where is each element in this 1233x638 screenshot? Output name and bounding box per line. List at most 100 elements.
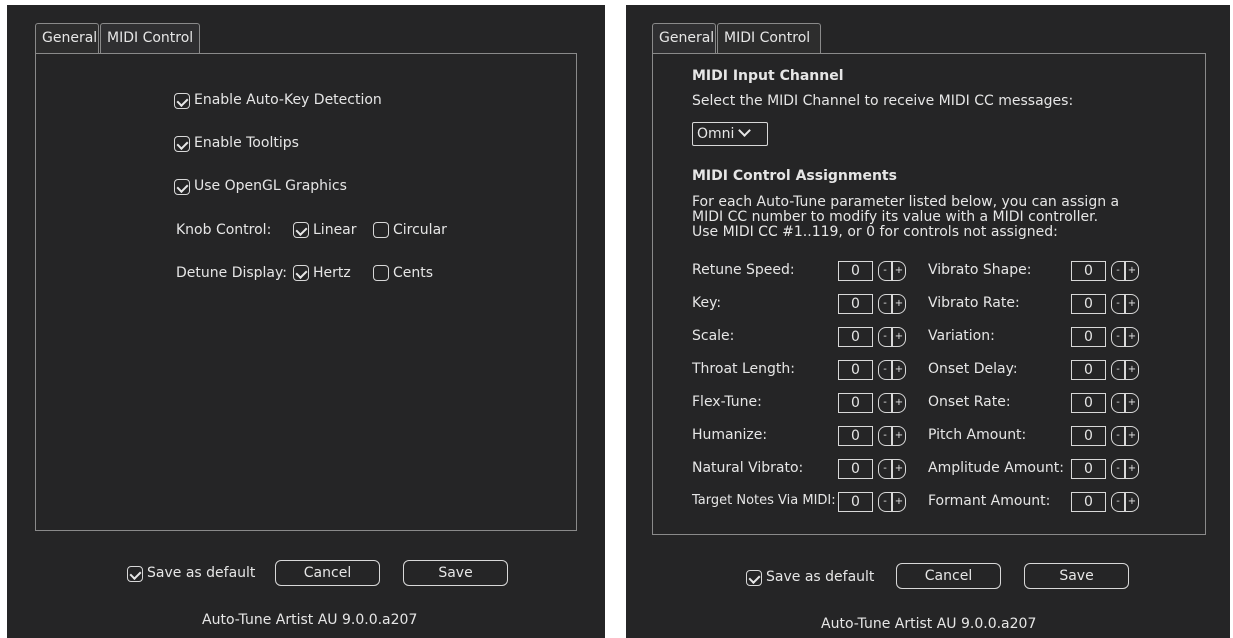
version-text: Auto-Tune Artist AU 9.0.0.a207: [821, 616, 1037, 632]
tab-general[interactable]: General: [652, 23, 716, 53]
decrement-button[interactable]: -: [1111, 459, 1125, 479]
increment-button[interactable]: +: [1125, 459, 1139, 479]
tooltips-label: Enable Tooltips: [194, 135, 299, 151]
param-cc-input[interactable]: 0: [1071, 327, 1106, 347]
detune-hertz-checkbox[interactable]: [293, 265, 309, 281]
decrement-button[interactable]: -: [878, 492, 892, 512]
param-label: Variation:: [928, 328, 995, 344]
knob-circular-checkbox[interactable]: [373, 222, 389, 238]
param-cc-input[interactable]: 0: [1071, 294, 1106, 314]
decrement-button[interactable]: -: [1111, 261, 1125, 281]
save-default-checkbox[interactable]: [127, 566, 143, 582]
increment-button[interactable]: +: [892, 261, 906, 281]
decrement-button[interactable]: -: [878, 294, 892, 314]
increment-button[interactable]: +: [1125, 393, 1139, 413]
increment-button[interactable]: +: [892, 426, 906, 446]
detune-display-label: Detune Display:: [176, 265, 287, 281]
knob-linear-checkbox[interactable]: [293, 222, 309, 238]
increment-button[interactable]: +: [1125, 327, 1139, 347]
param-stepper: - +: [878, 261, 906, 281]
opengl-checkbox[interactable]: [174, 179, 190, 195]
decrement-button[interactable]: -: [878, 360, 892, 380]
increment-button[interactable]: +: [892, 294, 906, 314]
param-cc-input[interactable]: 0: [1071, 426, 1106, 446]
increment-button[interactable]: +: [892, 393, 906, 413]
detune-cents-checkbox[interactable]: [373, 265, 389, 281]
decrement-button[interactable]: -: [1111, 393, 1125, 413]
tooltips-checkbox[interactable]: [174, 136, 190, 152]
increment-button[interactable]: +: [892, 327, 906, 347]
decrement-button[interactable]: -: [878, 393, 892, 413]
param-cc-input[interactable]: 0: [1071, 393, 1106, 413]
increment-button[interactable]: +: [892, 492, 906, 512]
param-stepper: - +: [1111, 492, 1139, 512]
detune-hertz-label: Hertz: [313, 265, 351, 281]
decrement-button[interactable]: -: [1111, 294, 1125, 314]
increment-button[interactable]: +: [1125, 261, 1139, 281]
param-cc-input[interactable]: 0: [838, 459, 873, 479]
param-label: Natural Vibrato:: [692, 460, 804, 476]
param-stepper: - +: [878, 294, 906, 314]
increment-button[interactable]: +: [1125, 426, 1139, 446]
midi-channel-value: Omni: [697, 126, 735, 142]
knob-circular-label: Circular: [393, 222, 447, 238]
increment-button[interactable]: +: [892, 360, 906, 380]
save-default-label: Save as default: [147, 565, 256, 581]
param-cc-input[interactable]: 0: [1071, 459, 1106, 479]
decrement-button[interactable]: -: [1111, 492, 1125, 512]
save-default-checkbox[interactable]: [746, 570, 762, 586]
param-cc-input[interactable]: 0: [838, 327, 873, 347]
decrement-button[interactable]: -: [878, 261, 892, 281]
param-cc-input[interactable]: 0: [838, 426, 873, 446]
cancel-button[interactable]: Cancel: [896, 563, 1001, 589]
midi-assign-heading: MIDI Control Assignments: [692, 168, 897, 184]
param-stepper: - +: [878, 327, 906, 347]
tab-general[interactable]: General: [35, 23, 99, 53]
param-stepper: - +: [1111, 360, 1139, 380]
knob-linear-label: Linear: [313, 222, 357, 238]
save-button[interactable]: Save: [1024, 563, 1129, 589]
decrement-button[interactable]: -: [1111, 360, 1125, 380]
param-cc-input[interactable]: 0: [838, 294, 873, 314]
param-stepper: - +: [878, 492, 906, 512]
auto-key-checkbox[interactable]: [174, 93, 190, 109]
save-button[interactable]: Save: [403, 560, 508, 586]
tab-midi-control[interactable]: MIDI Control: [717, 23, 821, 53]
param-stepper: - +: [1111, 459, 1139, 479]
increment-button[interactable]: +: [1125, 294, 1139, 314]
decrement-button[interactable]: -: [878, 459, 892, 479]
param-cc-input[interactable]: 0: [1071, 360, 1106, 380]
midi-channel-dropdown[interactable]: Omni: [692, 122, 768, 146]
param-label: Formant Amount:: [928, 493, 1051, 509]
param-label: Throat Length:: [692, 361, 795, 377]
param-cc-input[interactable]: 0: [1071, 261, 1106, 281]
param-cc-input[interactable]: 0: [838, 393, 873, 413]
detune-cents-label: Cents: [393, 265, 434, 281]
midi-input-description: Select the MIDI Channel to receive MIDI …: [692, 93, 1074, 109]
decrement-button[interactable]: -: [1111, 327, 1125, 347]
param-cc-input[interactable]: 0: [838, 492, 873, 512]
preferences-window-general: General MIDI Control Enable Auto-Key Det…: [7, 5, 605, 638]
preferences-window-midi: General MIDI Control MIDI Input Channel …: [626, 5, 1230, 638]
param-stepper: - +: [878, 393, 906, 413]
cancel-button[interactable]: Cancel: [275, 560, 380, 586]
param-cc-input[interactable]: 0: [838, 261, 873, 281]
param-stepper: - +: [1111, 327, 1139, 347]
param-stepper: - +: [878, 426, 906, 446]
increment-button[interactable]: +: [892, 459, 906, 479]
param-cc-input[interactable]: 0: [838, 360, 873, 380]
opengl-label: Use OpenGL Graphics: [194, 178, 347, 194]
general-tab-content: [35, 53, 577, 531]
increment-button[interactable]: +: [1125, 360, 1139, 380]
midi-input-heading: MIDI Input Channel: [692, 68, 844, 84]
param-stepper: - +: [1111, 261, 1139, 281]
increment-button[interactable]: +: [1125, 492, 1139, 512]
decrement-button[interactable]: -: [1111, 426, 1125, 446]
tab-midi-control[interactable]: MIDI Control: [100, 23, 200, 53]
knob-control-label: Knob Control:: [176, 222, 272, 238]
decrement-button[interactable]: -: [878, 327, 892, 347]
param-stepper: - +: [878, 360, 906, 380]
decrement-button[interactable]: -: [878, 426, 892, 446]
param-cc-input[interactable]: 0: [1071, 492, 1106, 512]
chevron-down-icon: [738, 124, 752, 137]
